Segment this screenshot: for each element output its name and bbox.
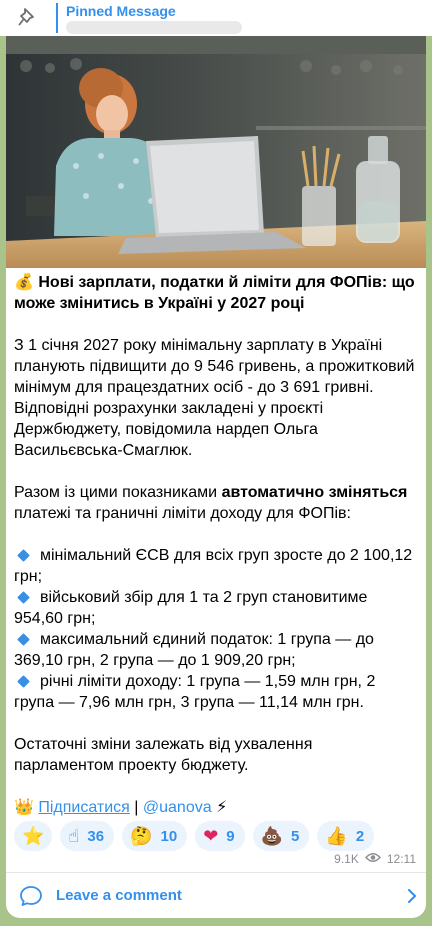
- pinned-preview-placeholder: [66, 20, 242, 34]
- reaction-count: 5: [291, 827, 300, 845]
- chevron-right-icon: [398, 888, 426, 904]
- eye-icon: [364, 852, 381, 866]
- pinned-message-bar[interactable]: Pinned Message: [0, 0, 432, 36]
- reaction-heart[interactable]: ❤ 9: [195, 821, 245, 851]
- post-text: 💰 Нові зарплати, податки й ліміти для ФО…: [6, 268, 426, 818]
- list-item: річні ліміти доходу: 1 група — 1,59 млн …: [14, 673, 376, 711]
- thinking-face-icon: 🤔: [130, 826, 153, 846]
- post-headline: 💰 Нові зарплати, податки й ліміти для ФО…: [14, 272, 416, 314]
- reactions-bar: ⭐ ☝ 36 🤔 10 ❤ 9 💩 5 👍 2: [14, 821, 375, 851]
- signature-line: 👑 Підписатися | @uanova ⚡: [14, 797, 416, 818]
- paragraph-3: Остаточні зміни залежать від ухвалення п…: [14, 736, 313, 774]
- blue-diamond-icon: [17, 632, 30, 646]
- reaction-poop[interactable]: 💩 5: [252, 821, 310, 851]
- message-time: 12:11: [386, 852, 416, 866]
- paragraph-2-bold: автоматично зміняться: [221, 484, 408, 501]
- blue-diamond-icon: [17, 590, 30, 604]
- heart-icon: ❤: [203, 826, 219, 846]
- leave-comment-button[interactable]: Leave a comment: [6, 873, 426, 918]
- subscribe-link[interactable]: Підписатися: [38, 799, 129, 816]
- leave-comment-label: Leave a comment: [56, 887, 182, 904]
- post-photo[interactable]: [6, 36, 426, 268]
- crown-icon: 👑: [14, 799, 34, 816]
- list-item: максимальний єдиний податок: 1 група — д…: [14, 631, 374, 669]
- comment-bubble-icon: [8, 885, 54, 907]
- money-bag-icon: 💰: [14, 274, 34, 291]
- blue-diamond-icon: [17, 548, 30, 562]
- channel-handle-link[interactable]: @uanova: [143, 799, 212, 816]
- reaction-count: 10: [160, 827, 178, 845]
- list-item: мінімальний ЄСВ для всіх груп зросте до …: [14, 547, 413, 585]
- paragraph-1: З 1 січня 2027 року мінімальну зарплату …: [14, 337, 415, 459]
- reaction-thinking[interactable]: 🤔 10: [122, 821, 188, 851]
- paragraph-2: Разом із цими показниками автоматично зм…: [14, 482, 416, 524]
- reaction-point-up[interactable]: ☝ 36: [60, 821, 115, 851]
- message-meta: 9.1K 12:11: [334, 852, 416, 866]
- reaction-count: 9: [226, 827, 235, 845]
- pinned-title: Pinned Message: [66, 2, 176, 19]
- star-icon: ⭐: [22, 826, 45, 846]
- reaction-star[interactable]: ⭐: [14, 821, 53, 851]
- poop-icon: 💩: [260, 826, 284, 846]
- reaction-thumbs-up[interactable]: 👍 2: [317, 821, 375, 851]
- view-count: 9.1K: [334, 852, 359, 866]
- headline-text: Нові зарплати, податки й ліміти для ФОПі…: [14, 274, 415, 312]
- bullet-list: мінімальний ЄСВ для всіх груп зросте до …: [14, 545, 416, 713]
- point-up-icon: ☝: [68, 826, 80, 846]
- list-item: військовий збір для 1 та 2 груп становит…: [14, 589, 368, 627]
- blue-diamond-icon: [17, 674, 30, 688]
- separator: |: [129, 799, 143, 816]
- paragraph-2-start: Разом із цими показниками: [14, 484, 222, 501]
- lightning-icon: ⚡: [216, 799, 228, 816]
- message-bubble: 💰 Нові зарплати, податки й ліміти для ФО…: [6, 36, 426, 918]
- reaction-count: 36: [87, 827, 105, 845]
- pinned-accent-bar: [56, 3, 58, 33]
- thumbs-up-icon: 👍: [325, 826, 348, 846]
- paragraph-2-end: платежі та граничні ліміти доходу для ФО…: [14, 505, 351, 522]
- pin-icon[interactable]: [0, 0, 56, 36]
- reaction-count: 2: [355, 827, 365, 845]
